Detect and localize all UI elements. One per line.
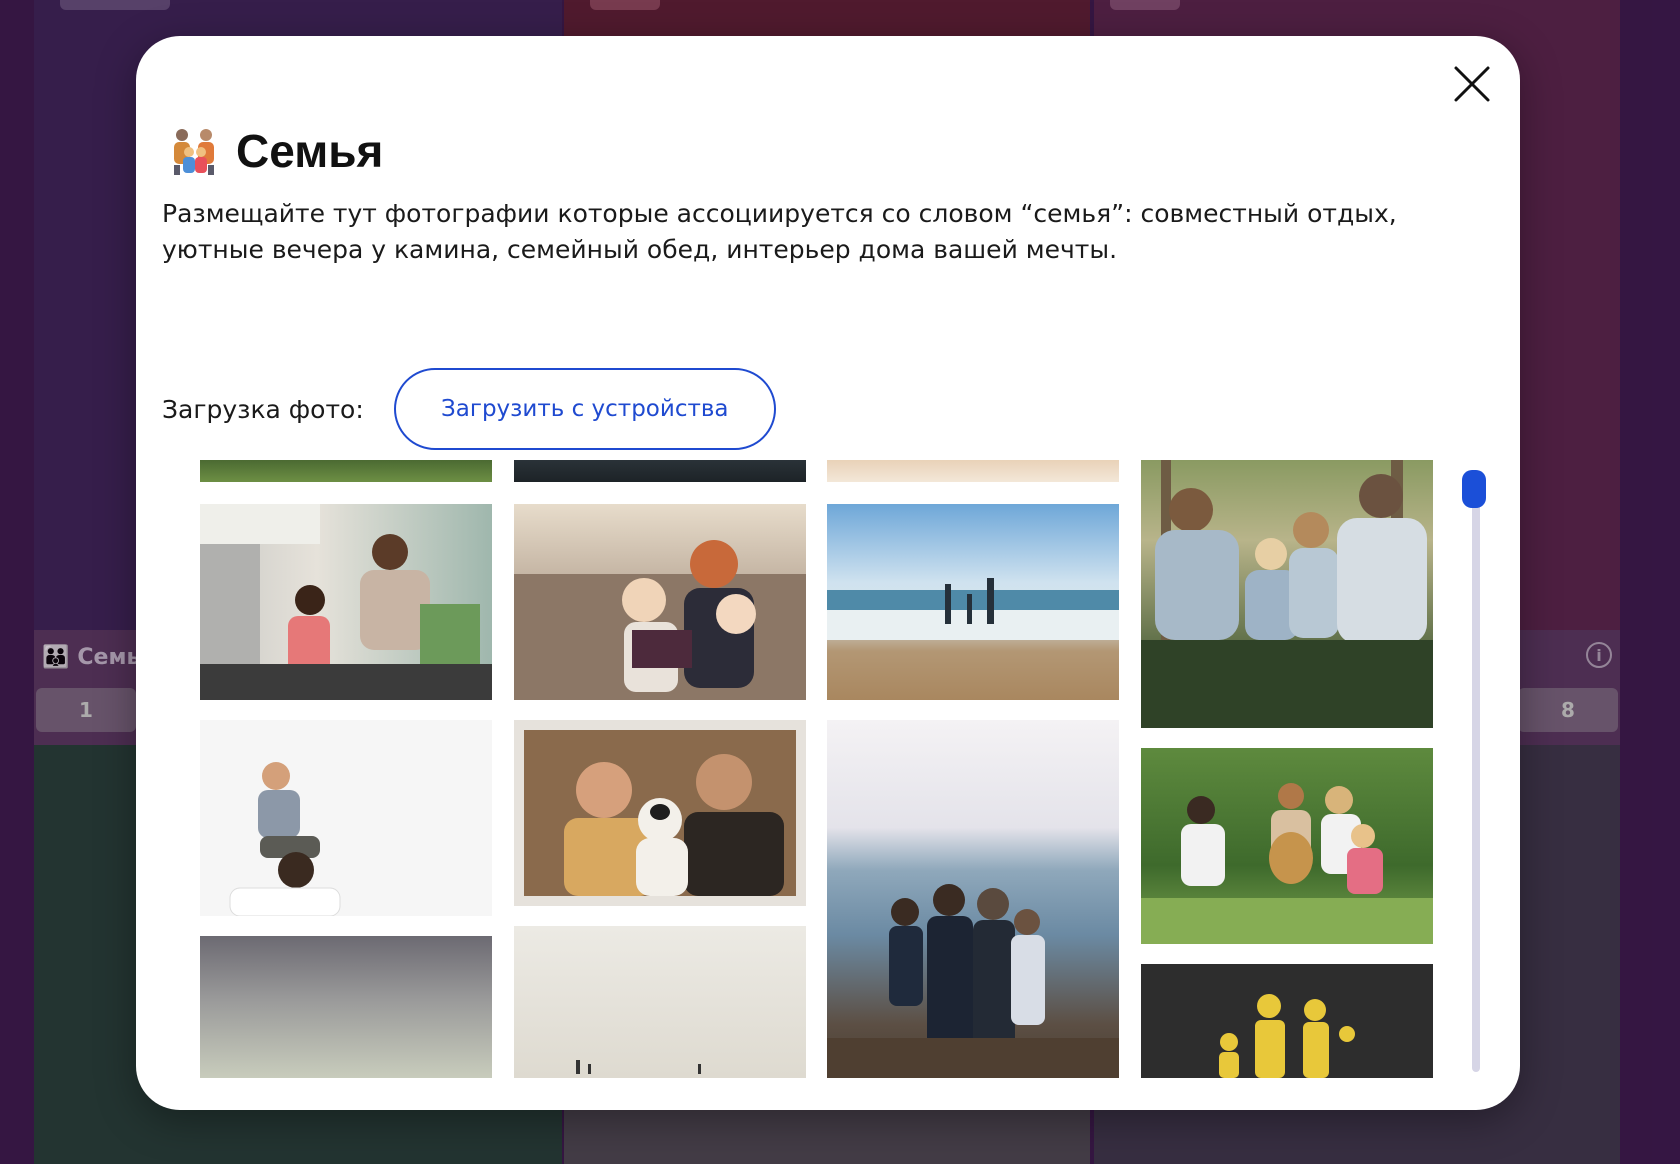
family-icon bbox=[174, 129, 214, 175]
page-title: Семья bbox=[236, 125, 384, 177]
photo-child-on-shoulders[interactable] bbox=[200, 720, 492, 916]
photo-mother-children-sofa[interactable] bbox=[514, 504, 806, 700]
photo-beach-people-sky[interactable] bbox=[514, 926, 806, 1078]
photo-family-beach-walk[interactable] bbox=[827, 504, 1119, 700]
photo-family-with-dog-park[interactable] bbox=[1141, 748, 1433, 944]
upload-row: Загрузка фото: Загрузить с устройства bbox=[162, 368, 776, 450]
photo-beach-sand-strip[interactable] bbox=[827, 460, 1119, 482]
upload-label: Загрузка фото: bbox=[162, 394, 364, 424]
photo-family-hugging-sea[interactable] bbox=[827, 720, 1119, 1078]
gallery-scrollbar-thumb[interactable] bbox=[1462, 470, 1486, 508]
modal-title: Семья bbox=[168, 124, 383, 178]
photo-family-in-forest[interactable] bbox=[1141, 460, 1433, 728]
category-modal: Семья Размещайте тут фотографии которые … bbox=[136, 36, 1520, 1110]
modal-description: Размещайте тут фотографии которые ассоци… bbox=[162, 199, 1397, 264]
photo-road-family-sign[interactable] bbox=[1141, 964, 1433, 1078]
photo-couple-with-dog[interactable] bbox=[514, 720, 806, 906]
photo-dark-water-strip[interactable] bbox=[514, 460, 806, 482]
photo-father-daughter-kitchen[interactable] bbox=[200, 504, 492, 700]
close-icon[interactable] bbox=[1450, 62, 1494, 106]
photo-gallery bbox=[200, 460, 1460, 1078]
photo-grass-strip[interactable] bbox=[200, 460, 492, 482]
photo-gray-sky[interactable] bbox=[200, 936, 492, 1078]
gallery-scrollbar-track[interactable] bbox=[1472, 470, 1480, 1072]
upload-from-device-button[interactable]: Загрузить с устройства bbox=[393, 368, 776, 450]
